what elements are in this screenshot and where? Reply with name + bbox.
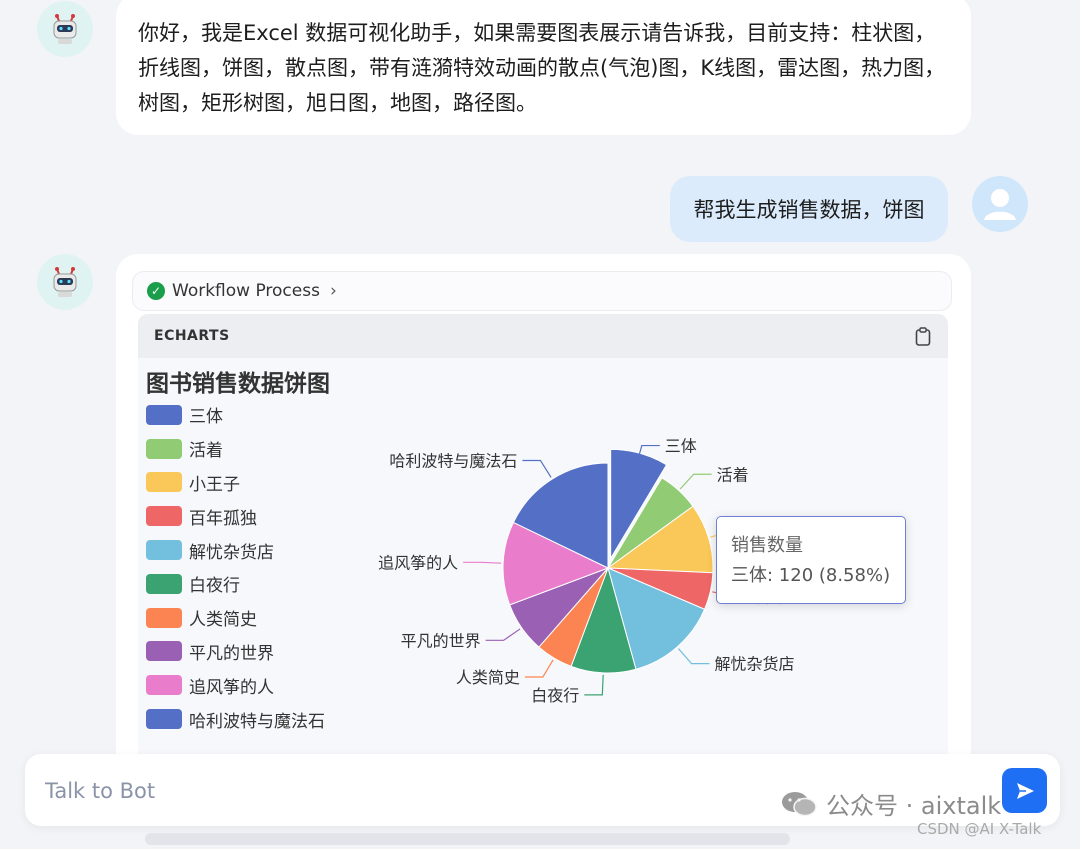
legend-swatch	[146, 641, 182, 662]
legend-swatch	[146, 472, 182, 493]
legend-item[interactable]: 人类简史	[146, 601, 325, 635]
bot-avatar	[37, 1, 93, 57]
code-language-label: ECHARTS	[154, 328, 230, 344]
legend-item[interactable]: 小王子	[146, 466, 325, 500]
legend-label: 哈利波特与魔法石	[189, 711, 325, 732]
user-message-text: 帮我生成销售数据，饼图	[693, 198, 925, 222]
legend-label: 平凡的世界	[189, 643, 274, 664]
wechat-icon	[782, 791, 817, 816]
horizontal-scrollbar[interactable]	[145, 833, 790, 845]
legend-item[interactable]: 活着	[146, 432, 325, 466]
workflow-process-toggle[interactable]: ✓ Workflow Process ›	[132, 271, 952, 311]
chart-title: 图书销售数据饼图	[146, 371, 330, 397]
copy-icon[interactable]	[914, 326, 932, 346]
slice-label: 解忧杂货店	[715, 655, 795, 674]
legend-item[interactable]: 白夜行	[146, 567, 325, 601]
slice-label: 活着	[717, 465, 749, 484]
legend-item[interactable]: 平凡的世界	[146, 635, 325, 669]
slice-label: 白夜行	[531, 686, 579, 705]
legend-swatch	[146, 506, 182, 527]
send-icon	[1016, 782, 1034, 799]
bot-intro-text: 你好，我是Excel 数据可视化助手，如果需要图表展示请告诉我，目前支持：柱状图…	[138, 21, 946, 115]
label-leader-line	[524, 659, 554, 678]
chat-input[interactable]	[43, 774, 747, 808]
legend-swatch	[146, 675, 182, 696]
legend-item[interactable]: 三体	[146, 398, 325, 432]
label-leader-line	[679, 473, 712, 490]
legend-label: 活着	[189, 441, 223, 462]
slice-label: 追风筝的人	[378, 553, 458, 572]
legend-item[interactable]: 哈利波特与魔法石	[146, 702, 325, 736]
tooltip-value: 三体: 120 (8.58%)	[731, 565, 891, 586]
user-icon	[984, 189, 1016, 220]
legend-swatch	[146, 540, 182, 561]
csdn-credit: CSDN @AI X-Talk	[917, 820, 1042, 838]
slice-label: 人类简史	[456, 668, 520, 687]
tooltip-title: 销售数量	[731, 535, 803, 556]
bot-avatar	[37, 254, 93, 310]
slice-label: 三体	[665, 437, 697, 456]
legend-item[interactable]: 追风筝的人	[146, 668, 325, 702]
legend-item[interactable]: 解忧杂货店	[146, 533, 325, 567]
legend-swatch	[146, 709, 182, 730]
legend-item[interactable]: 百年孤独	[146, 499, 325, 533]
chevron-right-icon: ›	[329, 281, 337, 301]
label-leader-line	[463, 561, 502, 564]
bot-message-intro: 你好，我是Excel 数据可视化助手，如果需要图表展示请告诉我，目前支持：柱状图…	[116, 0, 971, 135]
bot-message-chart: ✓ Workflow Process › ECHARTS 三体活着小王子百年孤独…	[116, 254, 971, 774]
send-button[interactable]	[1002, 768, 1047, 813]
legend-label: 追风筝的人	[189, 677, 274, 698]
watermark-text: 公众号 · aixtalk	[826, 792, 1002, 820]
legend-label: 三体	[189, 407, 223, 428]
chart-tooltip: 销售数量 三体: 120 (8.58%)	[716, 516, 906, 604]
robot-icon	[53, 267, 77, 297]
legend-swatch	[146, 573, 182, 594]
legend-label: 小王子	[189, 474, 240, 495]
legend-swatch	[146, 438, 182, 459]
watermark: 公众号 · aixtalk	[780, 786, 1001, 821]
label-leader-line	[522, 459, 552, 478]
label-leader-line	[485, 628, 521, 641]
robot-icon	[53, 14, 77, 44]
workflow-label: Workflow Process	[172, 281, 320, 301]
user-message: 帮我生成销售数据，饼图	[670, 176, 948, 242]
legend-label: 百年孤独	[189, 508, 257, 529]
user-avatar	[972, 176, 1028, 232]
label-leader-line	[584, 674, 604, 696]
legend-label: 解忧杂货店	[189, 542, 274, 563]
legend-label: 白夜行	[189, 576, 240, 597]
legend-swatch	[146, 404, 182, 425]
slice-label: 哈利波特与魔法石	[389, 451, 517, 470]
legend-swatch	[146, 607, 182, 628]
legend-label: 人类简史	[189, 610, 257, 631]
check-icon: ✓	[147, 282, 165, 300]
slice-label: 平凡的世界	[401, 631, 481, 650]
code-block-header: ECHARTS	[138, 314, 948, 358]
chart-legend: 三体活着小王子百年孤独解忧杂货店白夜行人类简史平凡的世界追风筝的人哈利波特与魔法…	[146, 398, 325, 736]
pie-chart: 三体活着小王子百年孤独解忧杂货店白夜行人类简史平凡的世界追风筝的人哈利波特与魔法…	[138, 358, 948, 774]
label-leader-line	[677, 648, 710, 665]
